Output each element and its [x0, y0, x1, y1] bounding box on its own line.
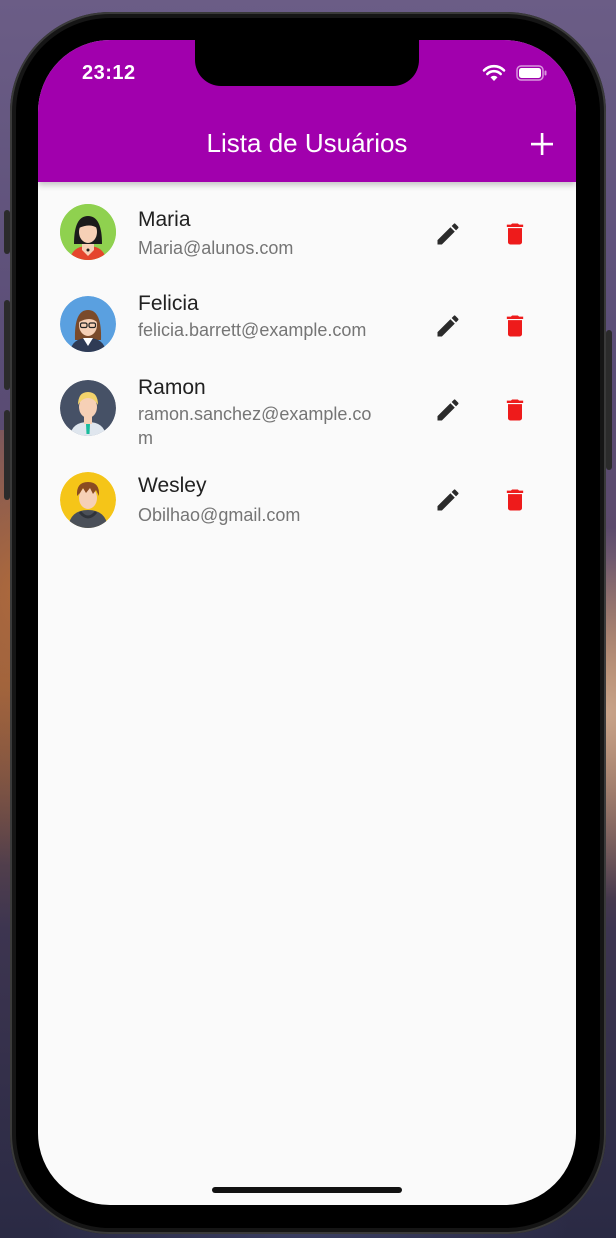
- avatar-woman-glasses-icon: [60, 296, 116, 352]
- mute-switch: [4, 210, 10, 254]
- trash-icon: [506, 399, 524, 421]
- page-title: Lista de Usuários: [206, 128, 408, 158]
- add-user-button[interactable]: [526, 128, 558, 160]
- user-email: Obilhao@gmail.com: [138, 505, 301, 525]
- wifi-icon: [482, 64, 506, 81]
- avatar: [60, 472, 116, 528]
- user-email: felicia.barrett@example.com: [138, 320, 367, 340]
- delete-button[interactable]: [499, 394, 531, 426]
- notch: [195, 40, 419, 86]
- trash-icon: [506, 223, 524, 245]
- status-icons: [482, 64, 548, 82]
- edit-button[interactable]: [432, 310, 464, 342]
- list-item[interactable]: Ramon ramon.sanchez@example.com: [38, 372, 576, 452]
- avatar: [60, 296, 116, 352]
- list-item[interactable]: Maria Maria@alunos.com: [38, 202, 576, 282]
- delete-button[interactable]: [499, 310, 531, 342]
- pencil-icon: [437, 223, 459, 245]
- home-indicator[interactable]: [212, 1187, 402, 1193]
- avatar-man-blond-icon: [60, 380, 116, 436]
- avatar-woman-black-hair-icon: [60, 204, 116, 260]
- app-bar: 23:12 Lista de Usuários: [38, 40, 576, 182]
- plus-icon: [531, 133, 553, 155]
- user-name: Maria: [138, 208, 191, 231]
- avatar: [60, 380, 116, 436]
- delete-button[interactable]: [499, 218, 531, 250]
- pencil-icon: [437, 399, 459, 421]
- pencil-icon: [437, 315, 459, 337]
- list-item[interactable]: Wesley Obilhao@gmail.com: [38, 470, 576, 550]
- status-time: 23:12: [82, 62, 136, 84]
- list-item[interactable]: Felicia felicia.barrett@example.com: [38, 288, 576, 368]
- battery-icon: [516, 65, 547, 81]
- avatar: [60, 204, 116, 260]
- edit-button[interactable]: [432, 218, 464, 250]
- user-email: ramon.sanchez@example.com: [138, 404, 372, 448]
- user-name: Felicia: [138, 292, 199, 315]
- edit-button[interactable]: [432, 394, 464, 426]
- avatar-man-hoodie-icon: [60, 472, 116, 528]
- delete-button[interactable]: [499, 484, 531, 516]
- volume-down-button: [4, 410, 10, 500]
- app-screen: 23:12 Lista de Usuários Maria Maria@alun…: [38, 40, 576, 1205]
- trash-icon: [506, 315, 524, 337]
- user-name: Ramon: [138, 376, 206, 399]
- power-button: [606, 330, 612, 470]
- edit-button[interactable]: [432, 484, 464, 516]
- user-email: Maria@alunos.com: [138, 238, 294, 258]
- pencil-icon: [437, 489, 459, 511]
- user-name: Wesley: [138, 474, 207, 497]
- volume-up-button: [4, 300, 10, 390]
- trash-icon: [506, 489, 524, 511]
